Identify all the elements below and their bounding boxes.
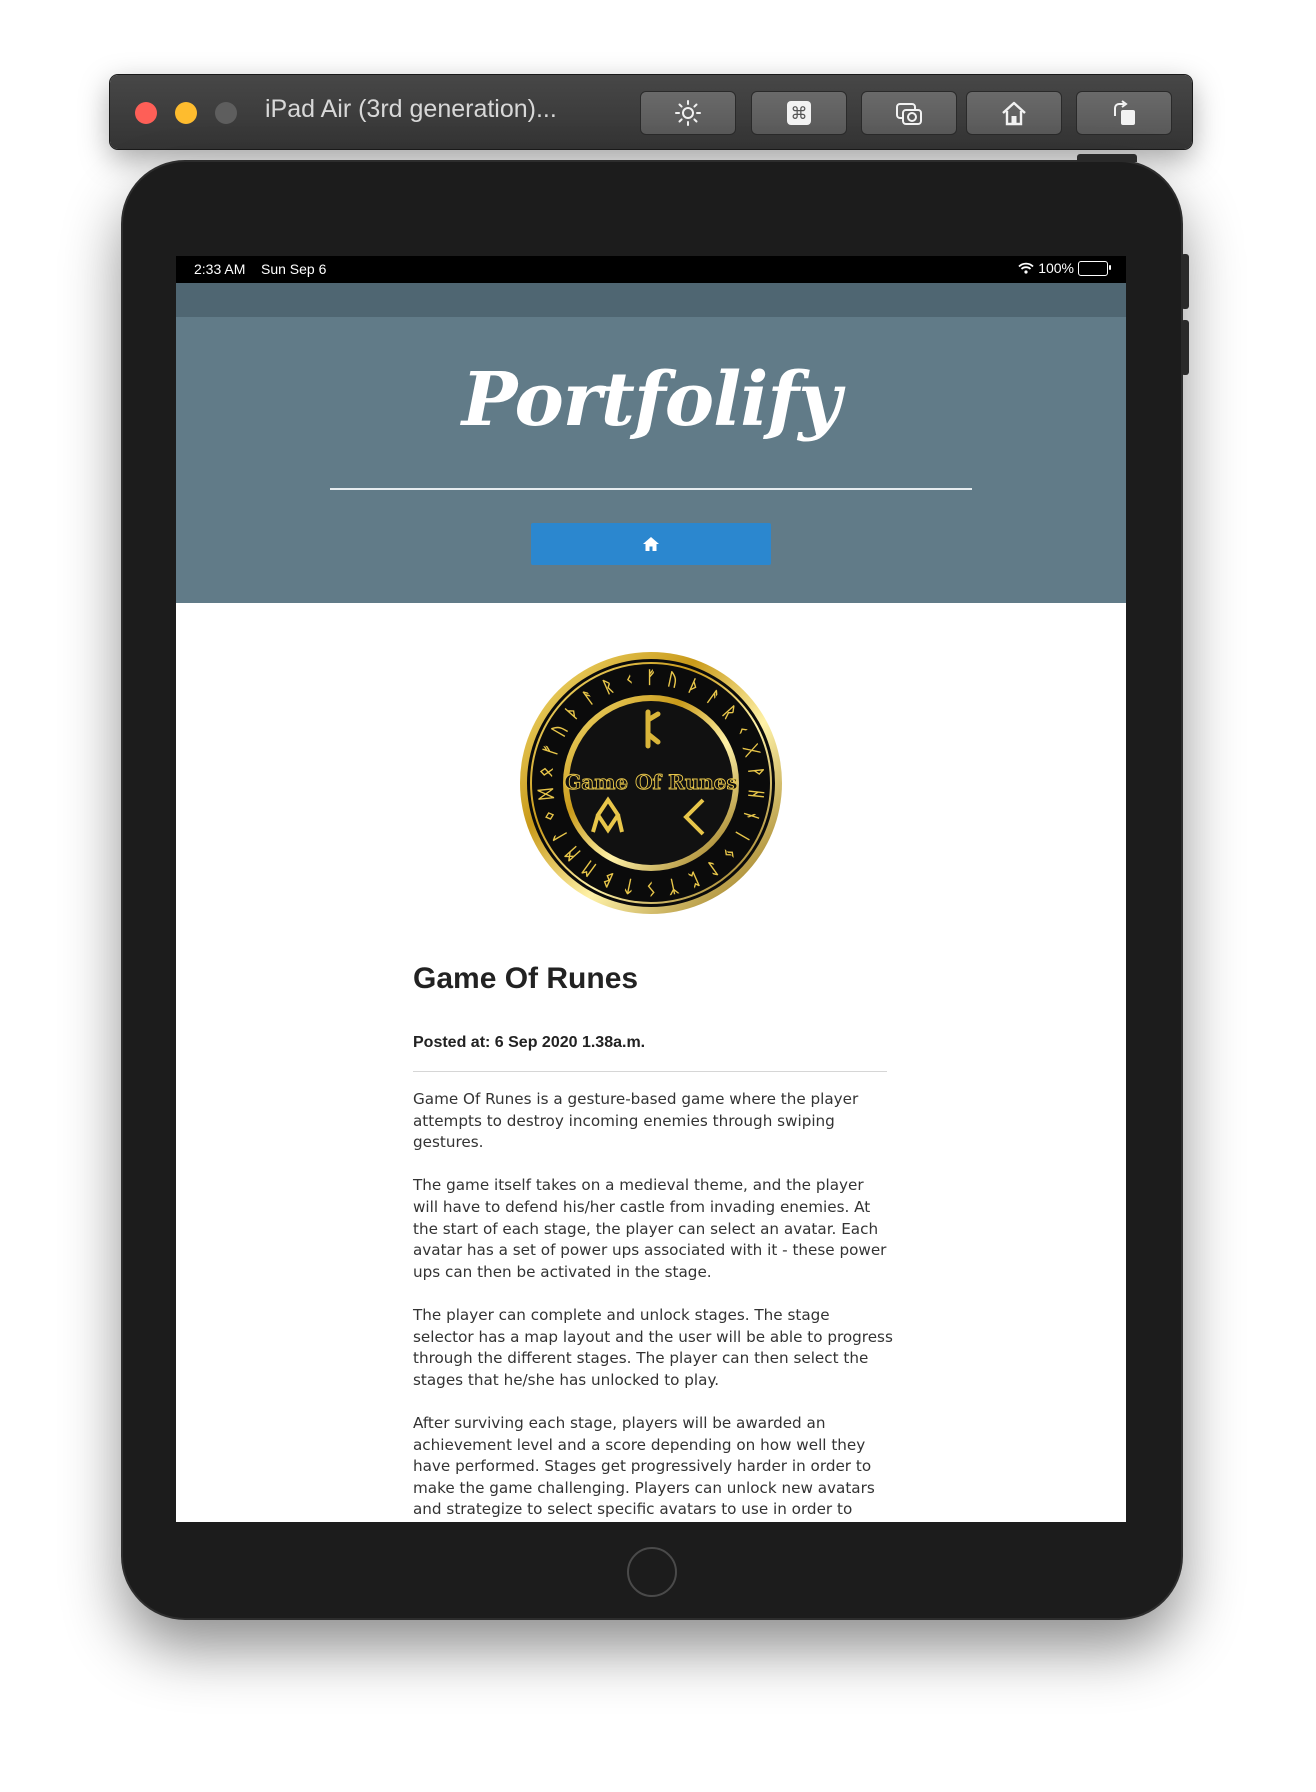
command-icon: ⌘: [787, 101, 811, 125]
simulator-title-bar: iPad Air (3rd generation)... ⌘: [110, 75, 1192, 149]
battery-icon: [1078, 260, 1111, 276]
home-icon: [1002, 101, 1026, 126]
post-paragraph: Game Of Runes is a gesture-based game wh…: [413, 1090, 859, 1152]
device-home-button[interactable]: [627, 1547, 677, 1597]
wifi-icon: [1018, 262, 1034, 274]
rotate-button[interactable]: [1076, 91, 1172, 135]
zoom-window-button[interactable]: [215, 102, 237, 124]
post-divider: [413, 1071, 887, 1072]
header-divider: [330, 488, 972, 490]
screenshot-button[interactable]: [861, 91, 957, 135]
status-right: 100%: [1018, 260, 1111, 276]
rune-glyph: ᛊ: [646, 878, 656, 898]
site-header: Portfolify: [176, 317, 1126, 603]
status-date: Sun Sep 6: [261, 261, 327, 277]
post-paragraph: After surviving each stage, players will…: [413, 1413, 875, 1522]
game-logo: ᚠᚢᚦᚨᚱᚲᚷᚹᚺᚾᛁᛃᛇᛈᛉᛊᛏᛒᛖᛗᛚᛜᛞᛟᚠᚢᚦᚨᚱᚲ Game Of R…: [518, 650, 784, 916]
rune-glyph: ᛟ: [536, 766, 557, 778]
rune-glyph: ᚹ: [745, 766, 766, 778]
status-time: 2:33 AM: [194, 261, 246, 277]
logo-text: Game Of Runes: [564, 770, 738, 794]
post-body: Game Of Runes is a gesture-based game wh…: [413, 1089, 893, 1522]
svg-text:⌘: ⌘: [791, 104, 808, 124]
battery-percent: 100%: [1038, 260, 1074, 276]
rotate-icon: [1114, 100, 1135, 125]
post-meta: Posted at: 6 Sep 2020 1.38a.m.: [413, 1034, 646, 1051]
brightness-button[interactable]: [640, 91, 736, 135]
volume-up-button: [1181, 254, 1189, 309]
screenshot-icon: [896, 103, 922, 125]
post-paragraph: The game itself takes on a medieval them…: [413, 1176, 887, 1281]
minimize-window-button[interactable]: [175, 102, 197, 124]
ipad-screen: 2:33 AM Sun Sep 6 100% Portfolify ᚠ ᚢ ᚦ …: [176, 256, 1126, 1522]
post-title: Game Of Runes: [413, 962, 639, 995]
command-button[interactable]: ⌘: [751, 91, 847, 135]
top-button: [1077, 154, 1137, 162]
post-paragraph: The player can complete and unlock stage…: [413, 1305, 893, 1389]
home-icon: [643, 537, 659, 551]
volume-down-button: [1181, 320, 1189, 375]
top-nav-strip: [176, 283, 1126, 317]
status-bar: 2:33 AM Sun Sep 6 100%: [176, 256, 1126, 283]
home-button[interactable]: [966, 91, 1062, 135]
site-brand[interactable]: Portfolify: [176, 357, 1126, 443]
home-nav-button[interactable]: [531, 523, 771, 565]
rune-glyph: ᚺ: [745, 788, 766, 800]
brightness-icon: [675, 100, 701, 126]
rune-glyph: ᚠ: [646, 668, 656, 688]
close-window-button[interactable]: [135, 102, 157, 124]
simulator-title: iPad Air (3rd generation)...: [265, 95, 557, 123]
